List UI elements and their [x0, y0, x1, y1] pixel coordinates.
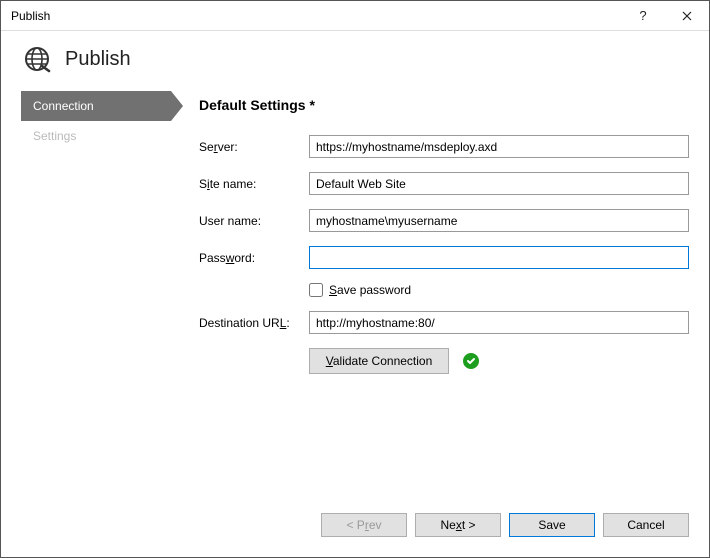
savepassword-checkbox[interactable]	[309, 283, 323, 297]
server-input[interactable]	[309, 135, 689, 158]
section-heading: Default Settings *	[199, 97, 689, 113]
close-button[interactable]	[665, 1, 709, 31]
row-validate: Validate Connection	[309, 348, 689, 374]
label-sitename: Site name:	[199, 177, 309, 191]
row-destinationurl: Destination URL:	[199, 311, 689, 334]
label-username: User name:	[199, 214, 309, 228]
page-title: Publish	[65, 48, 131, 71]
label-savepassword: Save password	[329, 283, 411, 297]
prev-button: < Prev	[321, 513, 407, 537]
close-icon	[682, 11, 692, 21]
titlebar: Publish ?	[1, 1, 709, 31]
row-server: Server:	[199, 135, 689, 158]
dialog-footer: < Prev Next > Save Cancel	[1, 503, 709, 557]
username-input[interactable]	[309, 209, 689, 232]
password-input[interactable]	[309, 246, 689, 269]
label-password: Password:	[199, 251, 309, 265]
validate-button[interactable]: Validate Connection	[309, 348, 449, 374]
sitename-input[interactable]	[309, 172, 689, 195]
main-panel: Default Settings * Server: Site name: Us…	[171, 91, 689, 503]
tab-settings[interactable]: Settings	[21, 121, 171, 151]
row-sitename: Site name:	[199, 172, 689, 195]
row-savepassword: Save password	[309, 283, 689, 297]
help-button[interactable]: ?	[621, 1, 665, 31]
destinationurl-input[interactable]	[309, 311, 689, 334]
content-area: Connection Settings Default Settings * S…	[1, 91, 709, 503]
tab-label: Settings	[33, 129, 76, 143]
save-button[interactable]: Save	[509, 513, 595, 537]
label-server: Server:	[199, 140, 309, 154]
globe-icon	[23, 45, 51, 73]
sidebar: Connection Settings	[21, 91, 171, 503]
tab-label: Connection	[33, 99, 94, 113]
page-header: Publish	[1, 31, 709, 91]
window-title: Publish	[11, 9, 621, 23]
check-icon	[463, 353, 479, 369]
tab-connection[interactable]: Connection	[21, 91, 171, 121]
next-button[interactable]: Next >	[415, 513, 501, 537]
row-password: Password:	[199, 246, 689, 269]
label-destinationurl: Destination URL:	[199, 316, 309, 330]
row-username: User name:	[199, 209, 689, 232]
cancel-button[interactable]: Cancel	[603, 513, 689, 537]
